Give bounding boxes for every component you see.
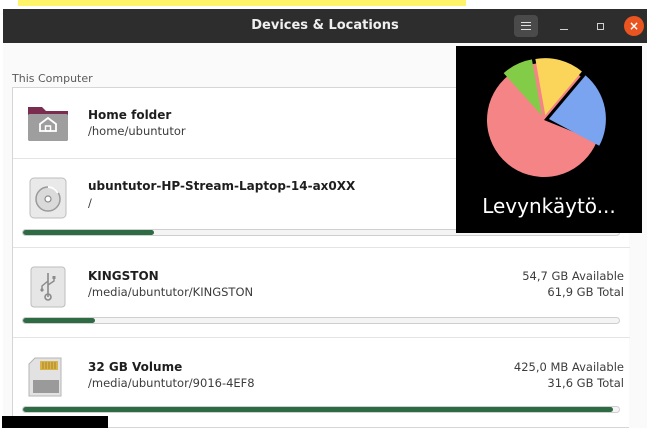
usage-bar-fill xyxy=(23,318,95,323)
device-path: / xyxy=(88,196,92,210)
window-title: Devices & Locations xyxy=(251,18,399,33)
maximize-icon xyxy=(596,22,604,30)
menu-button[interactable] xyxy=(514,15,538,37)
hamburger-menu-icon xyxy=(521,22,531,30)
device-path: /home/ubuntutor xyxy=(88,124,186,138)
usage-bar-fill xyxy=(23,407,614,412)
usage-bar-fill xyxy=(23,230,155,235)
device-name: 32 GB Volume xyxy=(88,360,183,374)
device-name: KINGSTON xyxy=(88,269,159,283)
total-space: 61,9 GB Total xyxy=(547,285,624,299)
device-path: /media/ubuntutor/9016-4EF8 xyxy=(88,376,255,390)
total-space: 31,6 GB Total xyxy=(547,376,624,390)
available-space: 54,7 GB Available xyxy=(522,269,624,283)
section-label: This Computer xyxy=(12,72,93,85)
titlebar: Devices & Locations × xyxy=(3,9,647,43)
available-space: 425,0 MB Available xyxy=(513,360,624,374)
app-launcher-label: Levynkäytö... xyxy=(482,194,616,218)
device-path: /media/ubuntutor/KINGSTON xyxy=(88,285,254,299)
device-name: Home folder xyxy=(88,108,172,122)
minimize-icon xyxy=(560,28,568,30)
corner-block xyxy=(2,416,108,428)
usage-bar xyxy=(22,317,620,324)
sd-card-icon xyxy=(28,357,62,397)
maximize-button[interactable] xyxy=(589,15,611,37)
device-name: ubuntutor-HP-Stream-Laptop-14-ax0XX xyxy=(88,179,356,193)
usb-drive-icon xyxy=(30,266,66,308)
top-strip xyxy=(0,0,647,9)
highlight-marker xyxy=(18,0,466,6)
device-row-kingston[interactable]: KINGSTON /media/ubuntutor/KINGSTON 54,7 … xyxy=(13,248,630,338)
close-icon: × xyxy=(628,19,640,33)
hard-disk-icon xyxy=(29,177,67,219)
disk-usage-pie-chart-icon xyxy=(486,58,606,178)
home-folder-icon xyxy=(28,107,68,141)
minimize-button[interactable] xyxy=(553,15,575,37)
app-launcher-tile[interactable]: Levynkäytö... xyxy=(456,46,642,233)
usage-bar xyxy=(22,406,620,413)
close-button[interactable]: × xyxy=(624,16,644,36)
